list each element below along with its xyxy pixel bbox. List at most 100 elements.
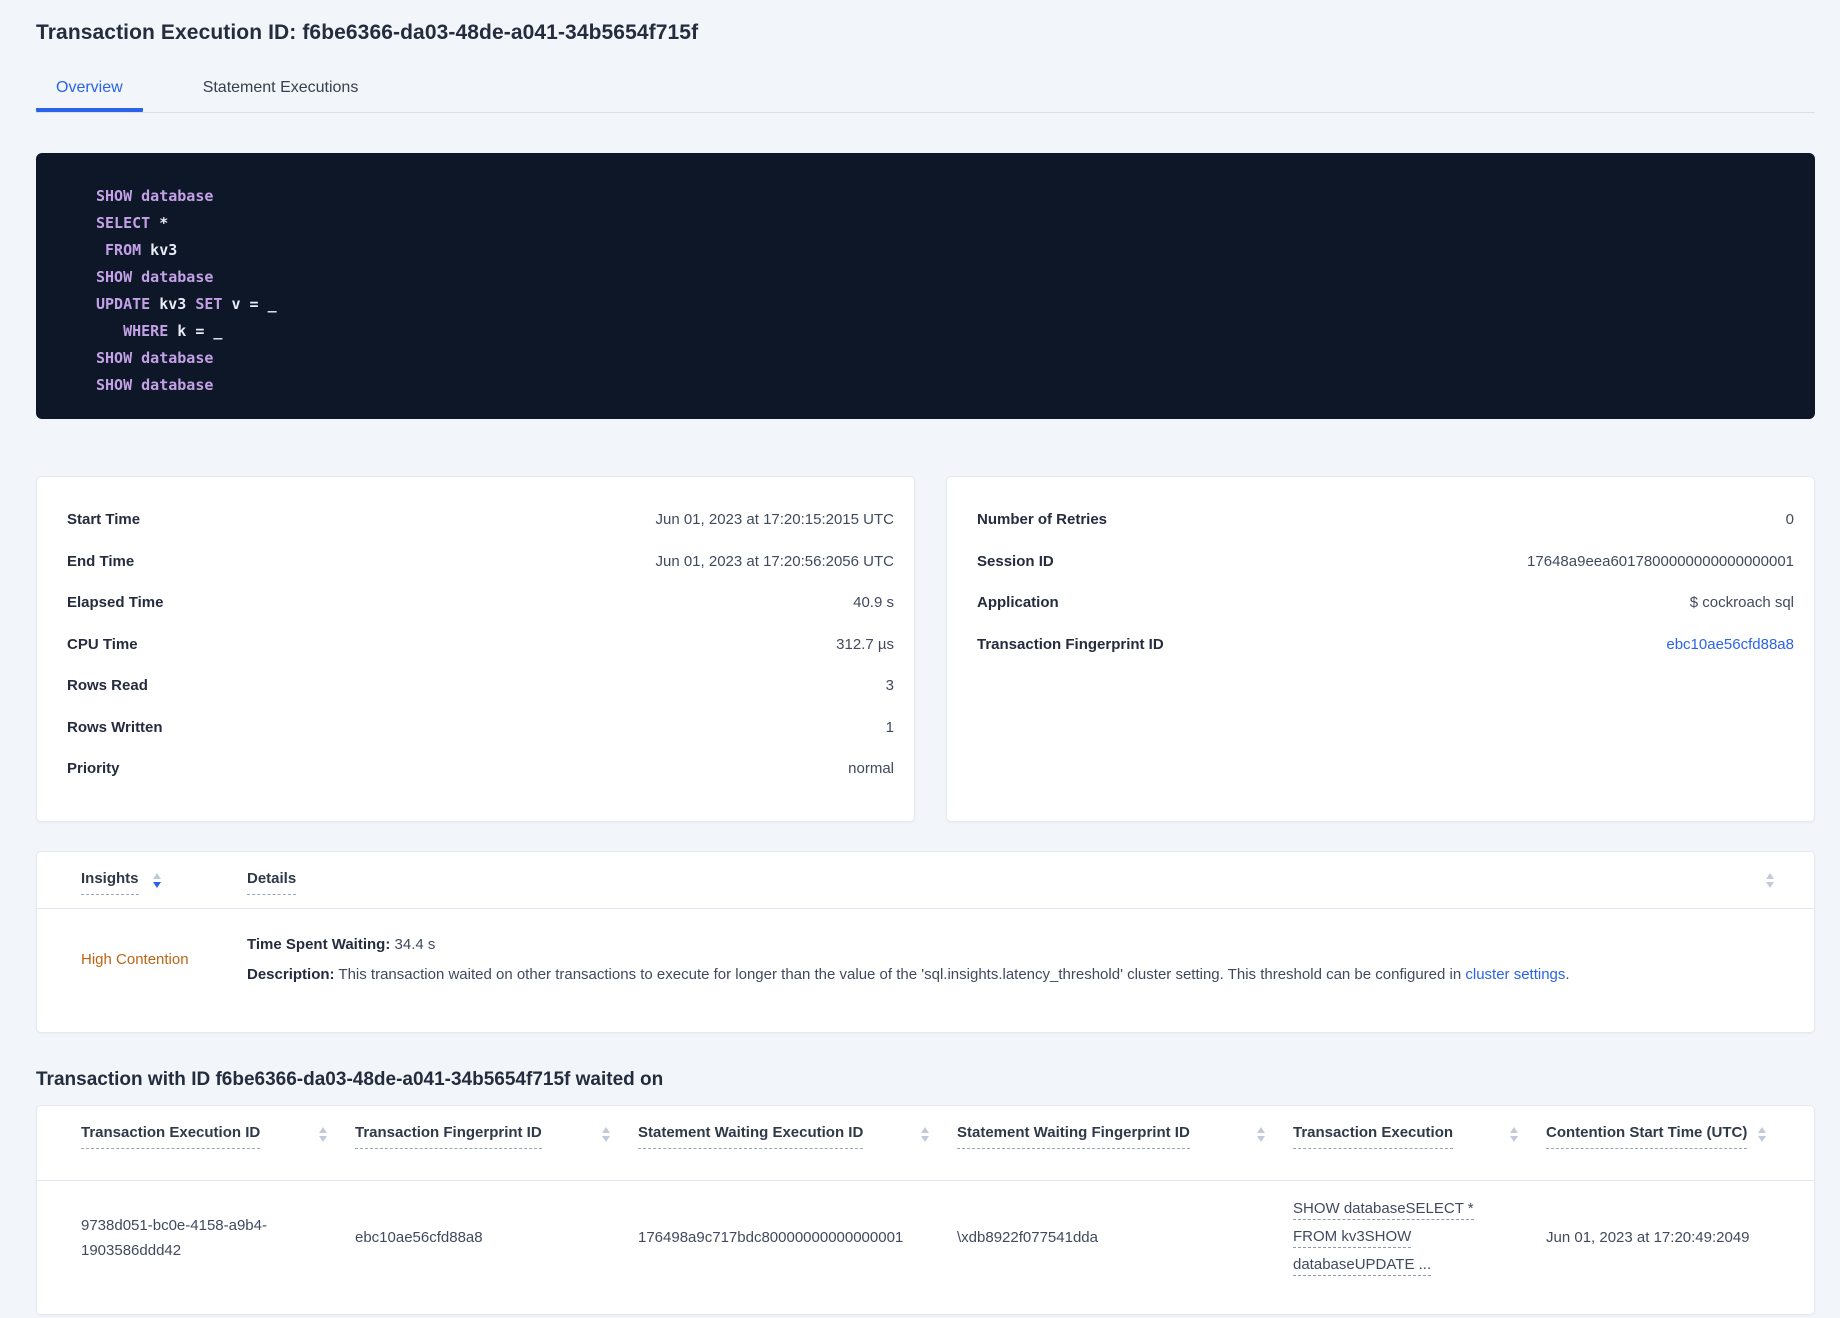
cell-stmt-waiting-fingerprint-id: \xdb8922f077541dda xyxy=(957,1229,1098,1246)
meta-value: 0 xyxy=(1785,511,1794,529)
cell-txn-execution-link[interactable]: SHOW databaseSELECT * FROM kv3SHOW datab… xyxy=(1293,1196,1546,1280)
sort-down-icon xyxy=(1766,882,1774,888)
stat-value: 40.9 s xyxy=(853,594,894,612)
sort-icon[interactable] xyxy=(1766,873,1774,888)
insight-description: Description: This transaction waited on … xyxy=(247,960,1784,990)
stat-value: Jun 01, 2023 at 17:20:56:2056 UTC xyxy=(655,552,894,570)
insights-table-header: Insights Details xyxy=(37,852,1814,908)
sort-down-icon xyxy=(921,1136,929,1142)
waited-on-table-header: Transaction Execution ID Transaction Fin… xyxy=(37,1106,1814,1180)
column-txn-execution: Transaction Execution xyxy=(1293,1124,1546,1180)
description-label: Description: xyxy=(247,965,335,983)
sort-down-icon xyxy=(602,1136,610,1142)
sql-text: k = _ xyxy=(168,322,223,340)
sort-down-icon xyxy=(152,882,161,888)
sort-icon[interactable] xyxy=(1758,1127,1766,1142)
column-header-label[interactable]: Statement Waiting Fingerprint ID xyxy=(957,1124,1190,1149)
execution-stats-card: Start Time Jun 01, 2023 at 17:20:15:2015… xyxy=(36,476,915,822)
stat-label: CPU Time xyxy=(67,635,138,653)
sort-icon[interactable] xyxy=(1257,1127,1265,1142)
insights-table-card: Insights Details High Contention Time Sp… xyxy=(36,851,1815,1033)
sort-down-icon xyxy=(1257,1136,1265,1142)
sort-icon[interactable] xyxy=(602,1127,610,1142)
cell-stmt-waiting-execution-id: 176498a9c717bdc80000000000000001 xyxy=(638,1229,904,1246)
column-txn-fingerprint-id: Transaction Fingerprint ID xyxy=(355,1124,638,1180)
meta-row-application: Application $ cockroach sql xyxy=(977,582,1794,624)
cell-contention-start-time: Jun 01, 2023 at 17:20:49:2049 xyxy=(1546,1229,1750,1246)
sql-line: SELECT * xyxy=(96,210,1791,237)
column-contention-start-time: Contention Start Time (UTC) xyxy=(1546,1124,1794,1180)
time-spent-waiting: Time Spent Waiting: 34.4 s xyxy=(247,930,1784,960)
description-text: This transaction waited on other transac… xyxy=(334,965,1466,983)
description-period: . xyxy=(1565,965,1570,983)
column-header-label[interactable]: Statement Waiting Execution ID xyxy=(638,1124,864,1149)
sql-line: SHOW database xyxy=(96,264,1791,291)
txn-execution-line: databaseUPDATE ... xyxy=(1293,1255,1432,1276)
stat-label: Start Time xyxy=(67,511,141,529)
details-column: Details xyxy=(247,870,297,895)
column-header-label[interactable]: Transaction Fingerprint ID xyxy=(355,1124,542,1149)
column-header-label[interactable]: Transaction Execution ID xyxy=(81,1124,261,1149)
insights-column-header[interactable]: Insights xyxy=(81,870,139,895)
stat-value: 3 xyxy=(885,677,894,695)
sql-text: UPDATE xyxy=(96,295,151,313)
tab-statement-executions[interactable]: Statement Executions xyxy=(183,70,379,112)
sort-icon[interactable] xyxy=(319,1127,327,1142)
sort-icon[interactable] xyxy=(1510,1127,1518,1142)
column-header-label[interactable]: Transaction Execution xyxy=(1293,1124,1454,1149)
stat-label: Priority xyxy=(67,760,120,778)
stat-value: 1 xyxy=(885,718,894,736)
column-stmt-waiting-execution-id: Statement Waiting Execution ID xyxy=(638,1124,957,1180)
cell-txn-fingerprint-id: ebc10ae56cfd88a8 xyxy=(355,1229,483,1246)
tab-overview[interactable]: Overview xyxy=(36,70,143,112)
txn-execution-line: FROM kv3SHOW xyxy=(1293,1227,1412,1248)
sql-line: UPDATE kv3 SET v = _ xyxy=(96,291,1791,318)
sql-text: SHOW database xyxy=(96,376,214,394)
page-title: Transaction Execution ID: f6be6366-da03-… xyxy=(36,21,699,44)
txn-execution-line: SHOW databaseSELECT * xyxy=(1293,1199,1474,1220)
summary-cards-row: Start Time Jun 01, 2023 at 17:20:15:2015… xyxy=(36,476,1815,822)
sql-text: SET xyxy=(195,295,223,313)
cluster-settings-link[interactable]: cluster settings xyxy=(1465,966,1565,983)
transaction-fingerprint-id-link[interactable]: ebc10ae56cfd88a8 xyxy=(1666,636,1794,653)
stat-value: 312.7 µs xyxy=(836,635,894,653)
sort-icon[interactable] xyxy=(152,873,161,895)
sort-up-icon xyxy=(319,1127,327,1133)
insight-row: High Contention Time Spent Waiting: 34.4… xyxy=(37,909,1814,1010)
meta-label: Number of Retries xyxy=(977,511,1108,529)
column-txn-execution-id: Transaction Execution ID xyxy=(81,1124,355,1180)
cell-txn-execution-id: 9738d051-bc0e-4158-a9b4-1903586ddd42 xyxy=(81,1216,267,1259)
meta-row-retries: Number of Retries 0 xyxy=(977,499,1794,541)
meta-label: Session ID xyxy=(977,552,1054,570)
waited-on-heading: Transaction with ID f6be6366-da03-48de-a… xyxy=(36,1069,664,1090)
meta-row-session-id: Session ID 17648a9eea6017800000000000000… xyxy=(977,541,1794,583)
sort-up-icon xyxy=(1510,1127,1518,1133)
column-stmt-waiting-fingerprint-id: Statement Waiting Fingerprint ID xyxy=(957,1124,1293,1180)
time-spent-waiting-value: 34.4 s xyxy=(390,935,436,953)
sql-text: * xyxy=(150,214,169,232)
meta-row-transaction-fingerprint-id: Transaction Fingerprint ID ebc10ae56cfd8… xyxy=(977,624,1794,666)
meta-value: $ cockroach sql xyxy=(1689,594,1794,612)
sql-text: v = _ xyxy=(222,295,277,313)
sql-text: SHOW database xyxy=(96,268,214,286)
sql-text: kv3 xyxy=(141,241,178,259)
sql-text: FROM xyxy=(105,241,142,259)
sql-line: SHOW database xyxy=(96,183,1791,210)
sql-line: SHOW database xyxy=(96,345,1791,372)
meta-label: Application xyxy=(977,594,1059,612)
sort-icon[interactable] xyxy=(921,1127,929,1142)
column-header-label[interactable]: Contention Start Time (UTC) xyxy=(1546,1124,1748,1149)
transaction-execution-page: Transaction Execution ID: f6be6366-da03-… xyxy=(0,20,1840,1315)
tab-overview-label: Overview xyxy=(56,79,123,96)
sort-down-icon xyxy=(1510,1136,1518,1142)
stat-label: Elapsed Time xyxy=(67,594,164,612)
details-column-header[interactable]: Details xyxy=(247,870,297,895)
tab-bar: Overview Statement Executions xyxy=(36,70,1815,113)
stat-value: Jun 01, 2023 at 17:20:15:2015 UTC xyxy=(655,511,894,529)
sort-up-icon xyxy=(1758,1127,1766,1133)
stat-value: normal xyxy=(848,760,894,778)
meta-label: Transaction Fingerprint ID xyxy=(977,635,1164,653)
sql-text: SELECT xyxy=(96,214,151,232)
